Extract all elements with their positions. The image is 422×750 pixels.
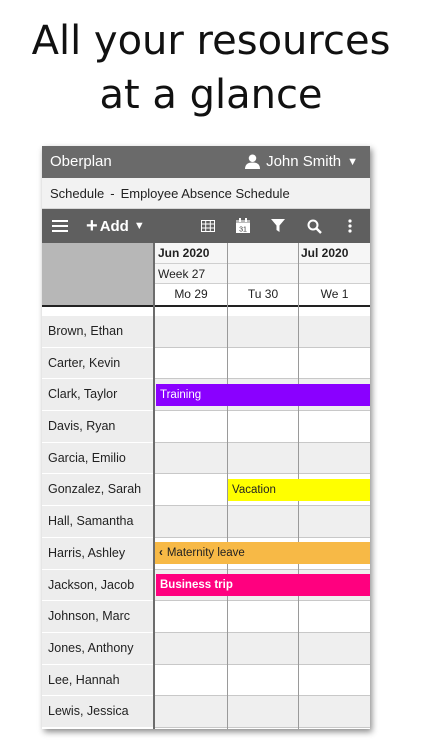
schedule-row[interactable]: [155, 506, 370, 538]
employee-name[interactable]: Gonzalez, Sarah: [42, 474, 153, 507]
month-header: Jul 2020: [298, 243, 370, 264]
more-vertical-icon[interactable]: [338, 209, 362, 243]
schedule-row[interactable]: [155, 347, 370, 380]
header-gap: [42, 307, 370, 316]
name-column-divider: [153, 243, 155, 729]
search-icon[interactable]: [302, 209, 326, 243]
caret-down-icon: ▼: [347, 155, 358, 168]
promo-headline: All your resources at a glance: [0, 14, 422, 122]
calendar-icon[interactable]: 31: [231, 209, 255, 243]
employee-name[interactable]: Brown, Ethan: [42, 316, 153, 348]
week-header: Week 27: [155, 264, 370, 284]
event-label: Training: [160, 388, 202, 401]
calendar-icon-day: 31: [239, 227, 247, 234]
schedule-row[interactable]: [155, 632, 370, 665]
add-label: Add: [99, 217, 129, 235]
breadcrumb-page: Employee Absence Schedule: [120, 186, 290, 201]
employee-name[interactable]: Harris, Ashley: [42, 537, 153, 570]
event-label: Maternity leave: [166, 547, 245, 560]
plus-icon: +: [86, 214, 98, 237]
event-bar[interactable]: ‹ Maternity leave: [155, 542, 370, 565]
event-bar[interactable]: Training: [156, 383, 370, 406]
app-window: Oberplan John Smith ▼ Schedule - Employee …: [42, 146, 370, 729]
schedule-row[interactable]: [155, 696, 370, 728]
event-bar[interactable]: Vacation: [228, 479, 370, 501]
employee-name[interactable]: Johnson, Marc: [42, 601, 153, 633]
header-corner: [42, 243, 155, 305]
app-title[interactable]: Oberplan: [50, 153, 112, 170]
user-menu[interactable]: John Smith ▼: [245, 153, 358, 170]
top-bar: Oberplan John Smith ▼: [42, 146, 370, 178]
chevron-down-icon: ▼: [133, 220, 145, 232]
employee-name[interactable]: Lee, Hannah: [42, 664, 153, 697]
day-header[interactable]: Tu 30: [227, 284, 299, 305]
menu-icon[interactable]: [48, 209, 72, 243]
event-bar[interactable]: Business trip: [156, 574, 370, 597]
promo-line-1: All your resources: [31, 18, 391, 64]
add-button[interactable]: + Add ▼: [86, 209, 145, 243]
user-icon: [245, 154, 261, 169]
schedule-row[interactable]: [155, 601, 370, 633]
employee-list: Brown, Ethan Carter, Kevin Clark, Taylor Da…: [42, 316, 153, 728]
schedule-row[interactable]: [155, 442, 370, 475]
schedule-row[interactable]: [155, 411, 370, 443]
employee-name[interactable]: Jones, Anthony: [42, 632, 153, 665]
employee-name[interactable]: Garcia, Emilio: [42, 442, 153, 475]
employee-name[interactable]: Lewis, Jessica: [42, 696, 153, 728]
breadcrumb-separator: -: [110, 186, 115, 201]
grid-view-icon[interactable]: [196, 209, 220, 243]
employee-name[interactable]: Carter, Kevin: [42, 347, 153, 380]
schedule-row[interactable]: [155, 316, 370, 348]
filter-icon[interactable]: [266, 209, 290, 243]
employee-name[interactable]: Clark, Taylor: [42, 379, 153, 412]
employee-name[interactable]: Jackson, Jacob: [42, 569, 153, 602]
toolbar: + Add ▼ 31: [42, 209, 370, 243]
user-name: John Smith: [266, 153, 342, 170]
employee-name[interactable]: Hall, Samantha: [42, 506, 153, 538]
day-header[interactable]: Mo 29: [155, 284, 227, 305]
chevron-left-icon: ‹: [159, 547, 163, 560]
breadcrumb-section[interactable]: Schedule: [50, 186, 104, 201]
promo-line-2: at a glance: [99, 72, 323, 118]
day-header[interactable]: We 1: [299, 284, 370, 305]
event-label: Vacation: [232, 484, 276, 496]
breadcrumb: Schedule - Employee Absence Schedule: [42, 178, 370, 209]
schedule-grid: [155, 316, 370, 728]
schedule-row[interactable]: [155, 664, 370, 697]
event-label: Business trip: [160, 579, 233, 592]
employee-name[interactable]: Davis, Ryan: [42, 411, 153, 443]
